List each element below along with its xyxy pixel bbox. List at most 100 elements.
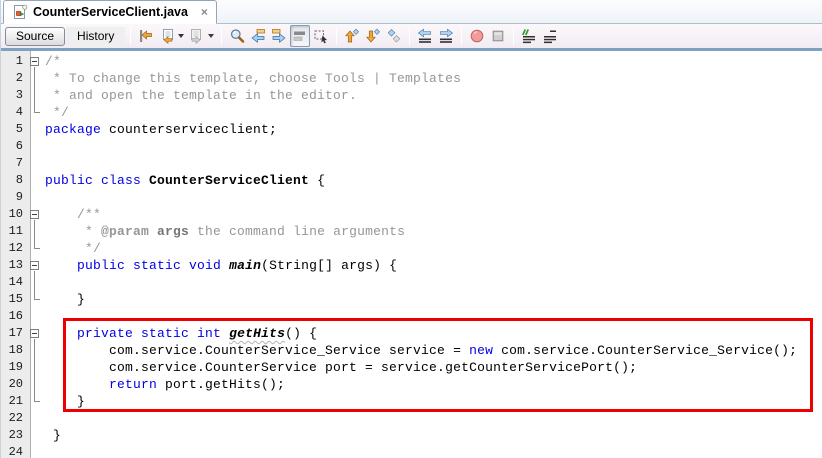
forward-button[interactable] bbox=[187, 25, 216, 47]
toolbar-separator bbox=[130, 27, 132, 45]
editor-toolbar: Source History bbox=[1, 24, 822, 48]
code-line[interactable]: 24 bbox=[1, 444, 822, 458]
code-line[interactable]: 19 com.service.CounterService port = ser… bbox=[1, 359, 822, 376]
code-text: private static int getHits() { bbox=[77, 326, 318, 341]
tab-counterserviceclient[interactable]: CounterServiceClient.java × bbox=[3, 0, 217, 24]
find-next-occurrence-button[interactable] bbox=[269, 25, 289, 47]
history-button[interactable]: History bbox=[66, 26, 126, 46]
shift-line-right-button[interactable] bbox=[436, 25, 456, 47]
line-number: 19 bbox=[8, 360, 23, 374]
code-text: } bbox=[45, 394, 86, 409]
rectangular-selection-icon bbox=[313, 28, 329, 44]
code-line[interactable]: 10 /** bbox=[1, 206, 822, 223]
line-number: 14 bbox=[8, 275, 23, 289]
fold-margin bbox=[27, 376, 44, 393]
code-line[interactable]: 2 * To change this template, choose Tool… bbox=[1, 70, 822, 87]
fold-margin bbox=[27, 138, 44, 155]
code-line[interactable]: 15 } bbox=[1, 291, 822, 308]
start-macro-recording-button[interactable] bbox=[467, 25, 487, 47]
previous-bookmark-button[interactable] bbox=[342, 25, 362, 47]
fold-margin bbox=[27, 359, 44, 376]
fold-margin[interactable] bbox=[27, 257, 44, 274]
fold-collapse-icon[interactable] bbox=[30, 210, 39, 219]
code-line[interactable]: 17 private static int getHits() { bbox=[1, 325, 822, 342]
code-line[interactable]: 7 bbox=[1, 155, 822, 172]
code-line[interactable]: 16 bbox=[1, 308, 822, 325]
code-line[interactable]: 14 bbox=[1, 274, 822, 291]
fold-margin bbox=[27, 274, 44, 291]
uncomment-button[interactable] bbox=[540, 25, 560, 47]
fold-margin bbox=[27, 444, 44, 458]
fold-margin bbox=[27, 121, 44, 138]
find-previous-occurrence-icon bbox=[250, 28, 266, 44]
last-edit-location-button[interactable] bbox=[136, 25, 156, 47]
code-line[interactable]: 12 */ bbox=[1, 240, 822, 257]
fold-margin bbox=[27, 291, 44, 308]
fold-collapse-icon[interactable] bbox=[30, 261, 39, 270]
find-previous-occurrence-button[interactable] bbox=[248, 25, 268, 47]
next-bookmark-button[interactable] bbox=[363, 25, 383, 47]
line-number: 8 bbox=[15, 173, 23, 187]
code-editor[interactable]: 1/* 2 * To change this template, choose T… bbox=[1, 51, 822, 458]
code-line[interactable]: 6 bbox=[1, 138, 822, 155]
code-text: */ bbox=[45, 241, 102, 256]
shift-line-left-button[interactable] bbox=[415, 25, 435, 47]
code-line[interactable]: 23 } bbox=[1, 427, 822, 444]
code-line[interactable]: 22 bbox=[1, 410, 822, 427]
code-line[interactable]: 1 /* bbox=[1, 53, 822, 70]
code-text: } bbox=[45, 292, 86, 307]
code-line[interactable]: 5 package counterserviceclient; bbox=[1, 121, 822, 138]
fold-margin bbox=[27, 410, 44, 427]
fold-margin[interactable] bbox=[27, 53, 44, 70]
code-line[interactable]: 20 return port.getHits(); bbox=[1, 376, 822, 393]
back-button[interactable] bbox=[157, 25, 186, 47]
toolbar-separator bbox=[336, 27, 338, 45]
fold-margin bbox=[27, 172, 44, 189]
fold-margin bbox=[27, 155, 44, 172]
forward-icon bbox=[189, 28, 205, 44]
line-number: 17 bbox=[8, 326, 23, 340]
code-text: * @param args the command line arguments bbox=[45, 224, 406, 239]
rectangular-selection-button[interactable] bbox=[311, 25, 331, 47]
code-line[interactable]: 9 bbox=[1, 189, 822, 206]
code-line[interactable]: 18 com.service.CounterService_Service se… bbox=[1, 342, 822, 359]
code-line[interactable]: 3 * and open the template in the editor. bbox=[1, 87, 822, 104]
close-icon[interactable]: × bbox=[201, 6, 208, 18]
code-line[interactable]: 8 public class CounterServiceClient { bbox=[1, 172, 822, 189]
find-button[interactable] bbox=[227, 25, 247, 47]
fold-margin bbox=[27, 240, 44, 257]
toolbar-separator bbox=[409, 27, 411, 45]
fold-collapse-icon[interactable] bbox=[30, 329, 39, 338]
start-macro-recording-icon bbox=[469, 28, 485, 44]
code-lines: 1/* 2 * To change this template, choose T… bbox=[1, 53, 822, 458]
toggle-bookmark-icon bbox=[386, 28, 402, 44]
line-number: 21 bbox=[8, 394, 23, 408]
fold-collapse-icon[interactable] bbox=[30, 57, 39, 66]
code-line[interactable]: 4 */ bbox=[1, 104, 822, 121]
dropdown-caret-icon[interactable] bbox=[178, 34, 185, 38]
source-button[interactable]: Source bbox=[5, 26, 66, 46]
line-number: 24 bbox=[8, 445, 23, 458]
code-line[interactable]: 13 public static void main(String[] args… bbox=[1, 257, 822, 274]
code-line[interactable]: 11 * @param args the command line argume… bbox=[1, 223, 822, 240]
comment-button[interactable] bbox=[519, 25, 539, 47]
code-line[interactable]: 21 } bbox=[1, 393, 822, 410]
next-bookmark-icon bbox=[365, 28, 381, 44]
stop-macro-recording-button[interactable] bbox=[488, 25, 508, 47]
last-edit-location-icon bbox=[138, 28, 154, 44]
code-text: public class CounterServiceClient { bbox=[45, 173, 326, 188]
line-number: 1 bbox=[15, 54, 23, 68]
uncomment-icon bbox=[542, 28, 558, 44]
fold-margin[interactable] bbox=[27, 206, 44, 223]
fold-margin[interactable] bbox=[27, 325, 44, 342]
shift-line-right-icon bbox=[438, 28, 454, 44]
dropdown-caret-icon[interactable] bbox=[208, 34, 215, 38]
highlight-occurrences-button[interactable] bbox=[290, 25, 311, 47]
toggle-bookmark-button[interactable] bbox=[384, 25, 404, 47]
fold-margin bbox=[27, 189, 44, 206]
fold-margin bbox=[27, 70, 44, 87]
java-class-icon bbox=[12, 4, 28, 20]
fold-margin bbox=[27, 427, 44, 444]
